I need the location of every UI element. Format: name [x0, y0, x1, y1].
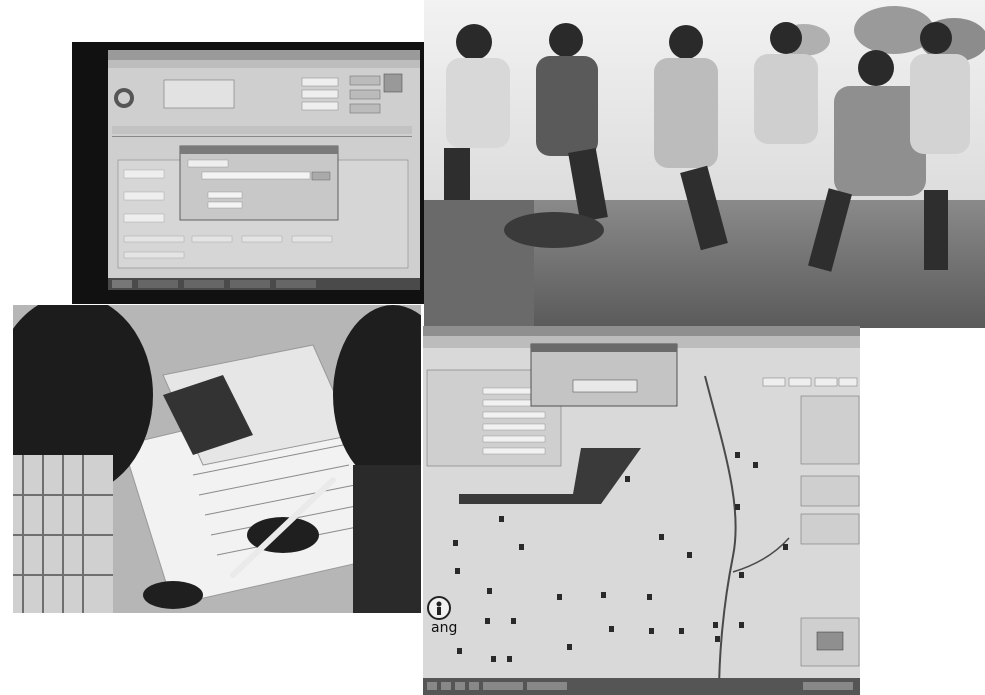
- map-corner-text: ang: [431, 620, 457, 636]
- group-photo: [424, 0, 985, 328]
- paperwork-image: [13, 305, 421, 613]
- monitor-image: [72, 42, 424, 304]
- map-screen-image: ang: [423, 326, 860, 695]
- map-screen-photo: ang: [423, 326, 860, 695]
- group-image: [424, 0, 985, 328]
- monitor-photo: [72, 42, 424, 304]
- paperwork-photo: [13, 305, 421, 613]
